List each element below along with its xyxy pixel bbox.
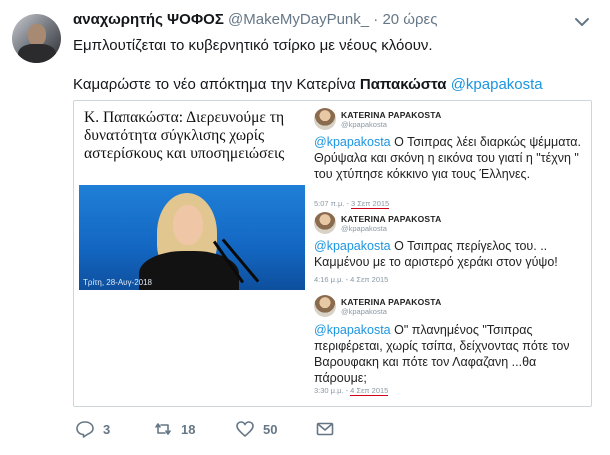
quoted-name: KATERINA PAPAKOSTA	[341, 297, 442, 307]
quoted-mention: @kpapakosta	[314, 135, 391, 149]
quoted-avatar	[314, 212, 336, 234]
mention-link[interactable]: @kpapakosta	[451, 76, 543, 93]
tweet-text-prefix: Καμαρώστε το νέο απόκτημα την Κατερίνα	[73, 76, 360, 93]
quoted-handle: @kpapakosta	[341, 224, 387, 233]
quoted-name: KATERINA PAPAKOSTA	[341, 214, 442, 224]
quoted-date: 4 Σεπ 2015	[350, 275, 389, 284]
like-button[interactable]: 50	[235, 418, 277, 440]
quoted-timestamp: 5:07 π.μ. - 3 Σεπ 2015	[314, 199, 390, 209]
avatar-body	[18, 44, 56, 63]
photo-face	[173, 205, 203, 245]
reply-icon	[76, 421, 94, 438]
attached-image-card[interactable]: Κ. Παπακώστα: Διερευνούμε τη δυνατότητα …	[73, 100, 592, 407]
retweet-icon	[155, 423, 171, 435]
avatar-face	[28, 24, 46, 46]
quoted-name: KATERINA PAPAKOSTA	[341, 110, 442, 120]
tweet-text-line1: Εμπλουτίζεται το κυβερνητικό τσίρκο με ν…	[73, 37, 433, 54]
quoted-timestamp: 4:16 μ.μ. - 4 Σεπ 2015	[314, 275, 388, 284]
envelope-icon	[316, 422, 334, 436]
quoted-time: 5:07 π.μ. -	[314, 199, 349, 208]
quoted-mention: @kpapakosta	[314, 239, 391, 253]
direct-message-button[interactable]	[315, 418, 335, 440]
retweet-count: 18	[181, 421, 196, 437]
quoted-timestamp: 3:30 μ.μ. - 4 Σεπ 2015	[314, 386, 389, 396]
news-headline: Κ. Παπακώστα: Διερευνούμε τη δυνατότητα …	[84, 109, 285, 162]
quoted-date: 4 Σεπ 2015	[350, 386, 389, 396]
quoted-tweet-1: KATERINA PAPAKOSTA @kpapakosta @kpapakos…	[308, 101, 588, 209]
quoted-tweet-2: KATERINA PAPAKOSTA @kpapakosta @kpapakos…	[308, 208, 588, 288]
retweet-button[interactable]: 18	[153, 418, 195, 440]
quoted-handle: @kpapakosta	[341, 307, 387, 316]
heart-icon	[236, 421, 254, 437]
quoted-avatar	[314, 108, 336, 130]
news-clipping: Κ. Παπακώστα: Διερευνούμε τη δυνατότητα …	[74, 101, 305, 406]
like-count: 50	[263, 421, 278, 437]
quoted-avatar	[314, 295, 336, 317]
quoted-tweet-3: KATERINA PAPAKOSTA @kpapakosta @kpapakos…	[308, 291, 588, 406]
header-separator: ·	[373, 11, 379, 28]
tweet-header: αναχωρητής ΨΟΦΟΣ @MakeMyDayPunk_ · 20 ώρ…	[73, 11, 437, 28]
reply-count: 3	[103, 421, 111, 437]
quoted-text: @kpapakosta Ο Τσιπρας λέει διαρκώς ψέμμα…	[314, 134, 584, 182]
author-avatar[interactable]	[12, 14, 61, 63]
photo-caption: Τρίτη, 28-Αυγ-2018	[83, 278, 153, 287]
tweet-text-bold: Παπακώστα	[359, 76, 447, 93]
tweet-text-line2: Καμαρώστε το νέο απόκτημα την Κατερίνα Π…	[73, 76, 543, 93]
author-handle[interactable]: @MakeMyDayPunk_	[228, 11, 369, 28]
quoted-time: 4:16 μ.μ. -	[314, 275, 349, 284]
tweet-timestamp[interactable]: 20 ώρες	[382, 11, 437, 28]
reply-button[interactable]: 3	[75, 418, 110, 440]
quoted-text: @kpapakosta Ο Τσιπρας περίγελος του. .. …	[314, 238, 584, 270]
chevron-down-icon[interactable]	[572, 12, 592, 32]
tweet-actions: 3 18 50	[75, 418, 375, 440]
quoted-handle: @kpapakosta	[341, 120, 387, 129]
quoted-text: @kpapakosta Ο" πλανημένος "Τσιπρας περιφ…	[314, 322, 584, 386]
author-name[interactable]: αναχωρητής ΨΟΦΟΣ	[73, 11, 224, 28]
news-photo: Τρίτη, 28-Αυγ-2018	[79, 185, 305, 290]
quoted-mention: @kpapakosta	[314, 323, 391, 337]
quoted-time: 3:30 μ.μ. -	[314, 386, 349, 395]
